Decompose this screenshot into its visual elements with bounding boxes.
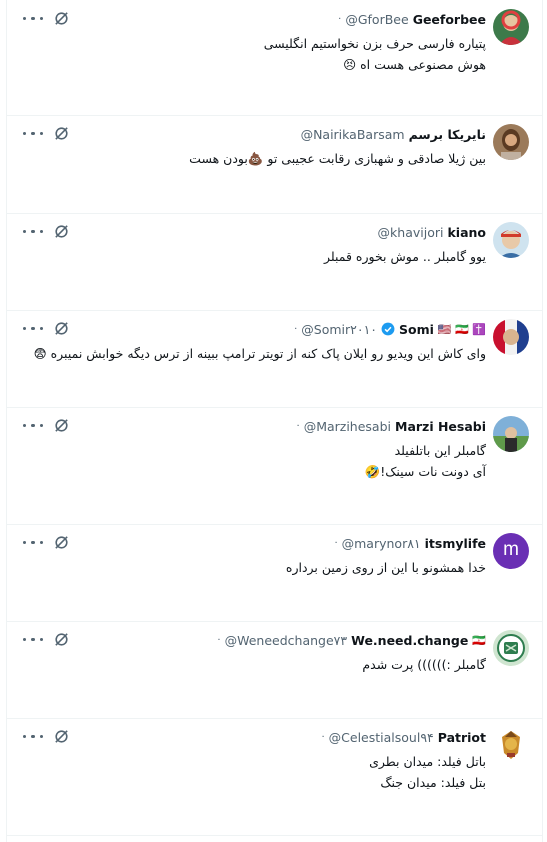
separator-dot: · xyxy=(338,13,342,25)
user-handle[interactable]: @khavijori xyxy=(378,225,444,240)
display-name[interactable]: kiano xyxy=(447,225,486,240)
tweet[interactable]: m itsmylife @marynor۸۱ · خدا همشونو با ا… xyxy=(7,524,542,622)
user-handle[interactable]: @NairikaBarsam xyxy=(301,127,405,142)
display-name[interactable]: itsmylife xyxy=(425,536,486,551)
separator-dot: · xyxy=(334,537,338,549)
avatar-letter: m xyxy=(503,539,519,560)
tweet-text-line: وای کاش این ویدیو رو ایلان پاک کنه از تو… xyxy=(33,346,486,361)
avatar[interactable]: m xyxy=(493,533,529,569)
user-handle[interactable]: @Weneedchange۷۳ xyxy=(225,633,348,648)
tweet[interactable]: Patriot @Celestialsoul۹۴ · باتل فیلد: می… xyxy=(7,718,542,836)
tweet-tools xyxy=(23,10,70,27)
profile-emoji-flags: 🇮🇷 xyxy=(472,633,486,647)
tweet-text-line: یوو گامبلر .. موش بخوره قمبلر xyxy=(323,249,486,264)
tweet[interactable]: 🇮🇷 We.need.change @Weneedchange۷۳ · گامب… xyxy=(7,621,542,719)
avatar[interactable] xyxy=(493,319,529,355)
user-handle[interactable]: @Marzihesabi xyxy=(304,419,391,434)
tweet-text-line: هوش مصنوعی هست اه 😣 xyxy=(343,57,486,72)
grok-icon[interactable] xyxy=(53,728,70,745)
grok-icon[interactable] xyxy=(53,223,70,240)
grok-icon[interactable] xyxy=(53,320,70,337)
separator-dot: · xyxy=(217,634,221,646)
separator-dot: · xyxy=(321,731,325,743)
timeline-feed: Geeforbee @GforBee · پتیاره فارسی حرف بز… xyxy=(6,0,543,842)
avatar[interactable] xyxy=(493,9,529,45)
avatar[interactable] xyxy=(493,630,529,666)
tweet-text-line: بین ژیلا صادقی و شهبازی رقابت عجیبی تو 💩… xyxy=(189,151,486,166)
more-icon[interactable] xyxy=(23,419,43,433)
display-name[interactable]: Marzi Hesabi xyxy=(395,419,486,434)
tweet-tools xyxy=(23,534,70,551)
more-icon[interactable] xyxy=(23,225,43,239)
tweet-tools xyxy=(23,125,70,142)
more-icon[interactable] xyxy=(23,633,43,647)
tweet-text: یوو گامبلر .. موش بخوره قمبلر xyxy=(46,246,486,267)
separator-dot: · xyxy=(296,420,300,432)
avatar[interactable] xyxy=(493,124,529,160)
tweet-tools xyxy=(23,320,70,337)
grok-icon[interactable] xyxy=(53,631,70,648)
tweet-tools xyxy=(23,728,70,745)
more-icon[interactable] xyxy=(23,730,43,744)
tweet-header: نایریکا برسم @NairikaBarsam xyxy=(301,125,486,143)
tweet-tools xyxy=(23,223,70,240)
user-handle[interactable]: @GforBee xyxy=(345,12,408,27)
more-icon[interactable] xyxy=(23,536,43,550)
tweet-text: باتل فیلد: میدان بطری بتل فیلد: میدان جن… xyxy=(46,751,486,793)
tweet-text: خدا همشونو با این از روی زمین برداره xyxy=(46,557,486,578)
tweet-text-line: آی دونت نات سینک!🤣 xyxy=(364,464,486,479)
display-name[interactable]: We.need.change xyxy=(351,633,468,648)
user-handle[interactable]: @marynor۸۱ xyxy=(342,536,421,551)
tweet-text-line: خدا همشونو با این از روی زمین برداره xyxy=(285,560,486,575)
display-name[interactable]: نایریکا برسم xyxy=(409,127,486,142)
tweet-header: kiano @khavijori xyxy=(378,223,486,241)
display-name[interactable]: Patriot xyxy=(438,730,486,745)
display-name[interactable]: Geeforbee xyxy=(413,12,486,27)
tweet[interactable]: نایریکا برسم @NairikaBarsam بین ژیلا صاد… xyxy=(7,115,542,214)
tweet-text-line: گامبلر :)))))) پرت شدم xyxy=(362,657,486,672)
more-icon[interactable] xyxy=(23,322,43,336)
tweet-text-line: باتل فیلد: میدان بطری xyxy=(369,754,486,769)
tweet-header: 🇺🇸 🇮🇷 ✝️ Somi @Somir۲۰۱۰ · xyxy=(294,320,486,338)
tweet[interactable]: 🇺🇸 🇮🇷 ✝️ Somi @Somir۲۰۱۰ · وای کاش این و… xyxy=(7,310,542,408)
tweet-text-line: بتل فیلد: میدان جنگ xyxy=(380,775,486,790)
tweet-header: itsmylife @marynor۸۱ · xyxy=(334,534,486,552)
tweet-header: Geeforbee @GforBee · xyxy=(338,10,486,28)
profile-emoji-flags: 🇺🇸 🇮🇷 ✝️ xyxy=(437,322,486,336)
tweet-text: وای کاش این ویدیو رو ایلان پاک کنه از تو… xyxy=(33,343,486,364)
tweet-text: گامبلر این باتلفیلد آی دونت نات سینک!🤣 xyxy=(46,440,486,482)
avatar[interactable] xyxy=(493,222,529,258)
tweet-header: Patriot @Celestialsoul۹۴ · xyxy=(321,728,486,746)
tweet-text: گامبلر :)))))) پرت شدم xyxy=(46,654,486,675)
tweet-text-line: گامبلر این باتلفیلد xyxy=(394,443,486,458)
verified-badge-icon xyxy=(381,322,395,336)
grok-icon[interactable] xyxy=(53,10,70,27)
user-handle[interactable]: @Celestialsoul۹۴ xyxy=(329,730,434,745)
tweet[interactable]: Marzi Hesabi @Marzihesabi · گامبلر این ب… xyxy=(7,407,542,525)
display-name[interactable]: Somi xyxy=(399,322,434,337)
avatar[interactable] xyxy=(493,727,529,763)
tweet-text: بین ژیلا صادقی و شهبازی رقابت عجیبی تو 💩… xyxy=(46,148,486,169)
more-icon[interactable] xyxy=(23,127,43,141)
grok-icon[interactable] xyxy=(53,125,70,142)
tweet-header: Marzi Hesabi @Marzihesabi · xyxy=(297,417,487,435)
user-handle[interactable]: @Somir۲۰۱۰ xyxy=(301,322,377,337)
tweet[interactable]: kiano @khavijori یوو گامبلر .. موش بخوره… xyxy=(7,213,542,311)
tweet-header: 🇮🇷 We.need.change @Weneedchange۷۳ · xyxy=(217,631,486,649)
grok-icon[interactable] xyxy=(53,534,70,551)
tweet[interactable]: Geeforbee @GforBee · پتیاره فارسی حرف بز… xyxy=(7,0,542,116)
tweet-tools xyxy=(23,417,70,434)
grok-icon[interactable] xyxy=(53,417,70,434)
avatar[interactable] xyxy=(493,416,529,452)
separator-dot: · xyxy=(294,323,298,335)
tweet-tools xyxy=(23,631,70,648)
tweet-text: پتیاره فارسی حرف بزن نخواستیم انگلیسی هو… xyxy=(46,33,486,75)
tweet-text-line: پتیاره فارسی حرف بزن نخواستیم انگلیسی xyxy=(263,36,486,51)
more-icon[interactable] xyxy=(23,12,43,26)
